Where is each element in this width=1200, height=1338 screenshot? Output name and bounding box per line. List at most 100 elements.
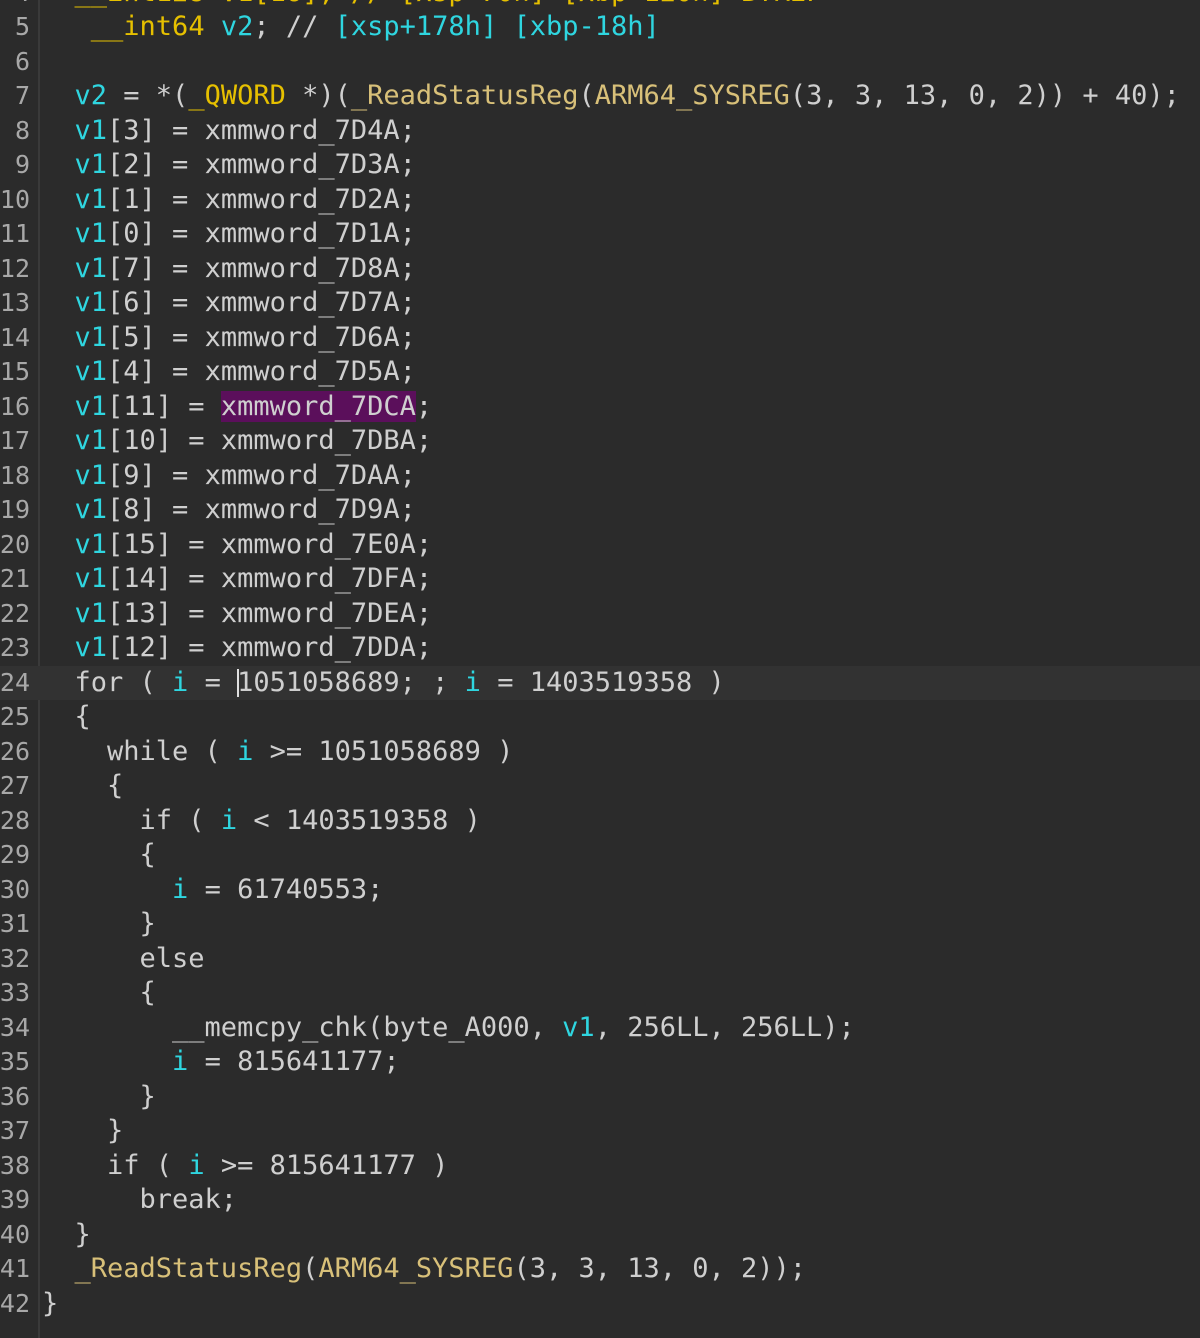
- code-token: _QWORD: [188, 80, 286, 111]
- code-token: v1: [74, 114, 108, 146]
- line-number: 9: [14, 150, 30, 179]
- code-token: [7] = xmmword_7D8A;: [107, 252, 416, 284]
- code-line[interactable]: 18 v1[9] = xmmword_7DAA;: [0, 459, 1200, 494]
- pseudocode-editor[interactable]: 4 __int128 v1[16]; // [xsp+70h] [xbp-120…: [0, 0, 1200, 1338]
- code-line[interactable]: 8 v1[3] = xmmword_7D4A;: [0, 114, 1200, 149]
- code-line[interactable]: 25 {: [0, 700, 1200, 735]
- code-token: {: [42, 770, 124, 801]
- code-line[interactable]: 37 }: [0, 1114, 1200, 1149]
- code-line[interactable]: 19 v1[8] = xmmword_7D9A;: [0, 493, 1200, 528]
- code-line[interactable]: 41 _ReadStatusReg(ARM64_SYSREG(3, 3, 13,…: [0, 1252, 1200, 1287]
- line-number: 26: [0, 736, 30, 766]
- code-token: ;: [415, 390, 433, 422]
- code-line[interactable]: 30 i = 61740553;: [0, 873, 1200, 908]
- code-text: v1[14] = xmmword_7DFA;: [42, 562, 433, 597]
- code-line[interactable]: 34 __memcpy_chk(byte_A000, v1, 256LL, 25…: [0, 1011, 1200, 1046]
- code-line[interactable]: 20 v1[15] = xmmword_7E0A;: [0, 528, 1200, 563]
- code-token: }: [42, 1287, 59, 1319]
- code-token: = *(: [107, 80, 189, 111]
- code-text: {: [42, 838, 156, 873]
- code-line[interactable]: 38 if ( i >= 815641177 ): [0, 1149, 1200, 1184]
- line-number: 16: [0, 391, 30, 421]
- line-number: 20: [0, 529, 30, 559]
- line-number: 37: [0, 1116, 30, 1145]
- code-token: if (: [42, 1149, 189, 1181]
- code-line[interactable]: 15 v1[4] = xmmword_7D5A;: [0, 355, 1200, 390]
- code-text: v1[13] = xmmword_7DEA;: [42, 597, 433, 632]
- code-line[interactable]: 14 v1[5] = xmmword_7D6A;: [0, 321, 1200, 356]
- code-text: v1[10] = xmmword_7DBA;: [42, 424, 433, 459]
- code-token: v1: [74, 252, 108, 284]
- line-number: 28: [0, 805, 30, 835]
- code-line[interactable]: 32 else: [0, 942, 1200, 977]
- line-number: 25: [0, 702, 30, 731]
- line-number: 4: [0, 0, 30, 10]
- code-token: v1: [74, 183, 108, 215]
- code-token: [2] = xmmword_7D3A;: [107, 149, 416, 180]
- code-line[interactable]: 17 v1[10] = xmmword_7DBA;: [0, 424, 1200, 459]
- code-line[interactable]: 7 v2 = *(_QWORD *)(_ReadStatusReg(ARM64_…: [0, 79, 1200, 114]
- code-token: i: [172, 873, 189, 905]
- code-line[interactable]: 11 v1[0] = xmmword_7D1A;: [0, 217, 1200, 252]
- code-token: i: [220, 804, 238, 836]
- code-line[interactable]: 23 v1[12] = xmmword_7DDA;: [0, 631, 1200, 666]
- code-line[interactable]: 6: [0, 45, 1200, 80]
- line-number: 12: [0, 253, 30, 283]
- code-token: [15] = xmmword_7E0A;: [107, 528, 433, 560]
- code-token: (: [578, 80, 595, 111]
- code-line[interactable]: 26 while ( i >= 1051058689 ): [0, 735, 1200, 770]
- line-number: 34: [0, 1012, 30, 1042]
- code-line-partial[interactable]: 4 __int128 v1[16]; // [xsp+70h] [xbp-120…: [0, 0, 1200, 10]
- line-number: 36: [0, 1081, 30, 1111]
- code-line[interactable]: 16 v1[11] = xmmword_7DCA;: [0, 390, 1200, 425]
- code-text: {: [42, 700, 91, 735]
- code-line[interactable]: 12 v1[7] = xmmword_7D8A;: [0, 252, 1200, 287]
- line-number: 35: [0, 1047, 30, 1076]
- line-number: 39: [0, 1185, 30, 1214]
- code-line[interactable]: 27 {: [0, 769, 1200, 804]
- code-line[interactable]: 9 v1[2] = xmmword_7D3A;: [0, 148, 1200, 183]
- code-token: [0] = xmmword_7D1A;: [107, 218, 416, 249]
- line-number: 15: [0, 357, 30, 386]
- code-text: v1[9] = xmmword_7DAA;: [42, 459, 416, 494]
- code-line[interactable]: 40 }: [0, 1218, 1200, 1253]
- line-number: 19: [0, 495, 30, 524]
- code-token: v1: [74, 528, 108, 560]
- code-line[interactable]: 31 }: [0, 907, 1200, 942]
- code-text: v1[3] = xmmword_7D4A;: [42, 114, 416, 149]
- code-line[interactable]: 22 v1[13] = xmmword_7DEA;: [0, 597, 1200, 632]
- code-token: v1: [74, 632, 108, 663]
- code-line[interactable]: 35 i = 815641177;: [0, 1045, 1200, 1080]
- code-text: __memcpy_chk(byte_A000, v1, 256LL, 256LL…: [42, 1011, 855, 1046]
- code-token: __memcpy_chk(byte_A000,: [42, 1011, 563, 1043]
- code-line[interactable]: 33 {: [0, 976, 1200, 1011]
- code-line[interactable]: 13 v1[6] = xmmword_7D7A;: [0, 286, 1200, 321]
- code-line[interactable]: 28 if ( i < 1403519358 ): [0, 804, 1200, 839]
- code-line[interactable]: 42}: [0, 1287, 1200, 1322]
- code-line[interactable]: 24 for ( i = 1051058689; ; i = 140351935…: [0, 665, 1200, 700]
- code-token: [xsp+178h] [xbp-18h]: [334, 11, 660, 42]
- code-line[interactable]: 36 }: [0, 1080, 1200, 1115]
- code-text: }: [42, 1080, 156, 1115]
- code-line[interactable]: 39 break;: [0, 1183, 1200, 1218]
- code-text: v1[11] = xmmword_7DCA;: [42, 390, 432, 425]
- code-text: v1[0] = xmmword_7D1A;: [42, 217, 416, 252]
- code-token: (3, 3, 13, 0, 2)) + 40);: [789, 80, 1180, 111]
- code-token: }: [42, 1080, 156, 1112]
- line-number: 42: [0, 1288, 30, 1318]
- code-line[interactable]: 29 {: [0, 838, 1200, 873]
- line-number: 32: [0, 943, 30, 973]
- code-token: [12] = xmmword_7DDA;: [107, 632, 433, 663]
- code-token: [1] = xmmword_7D2A;: [107, 183, 416, 215]
- code-line[interactable]: 10 v1[1] = xmmword_7D2A;: [0, 183, 1200, 218]
- code-token: = 815641177;: [188, 1046, 400, 1077]
- highlighted-token[interactable]: xmmword_7DCA: [220, 390, 416, 422]
- code-line[interactable]: 21 v1[14] = xmmword_7DFA;: [0, 562, 1200, 597]
- code-token: }: [42, 908, 156, 939]
- code-line[interactable]: 5 __int64 v2; // [xsp+178h] [xbp-18h]: [0, 10, 1200, 45]
